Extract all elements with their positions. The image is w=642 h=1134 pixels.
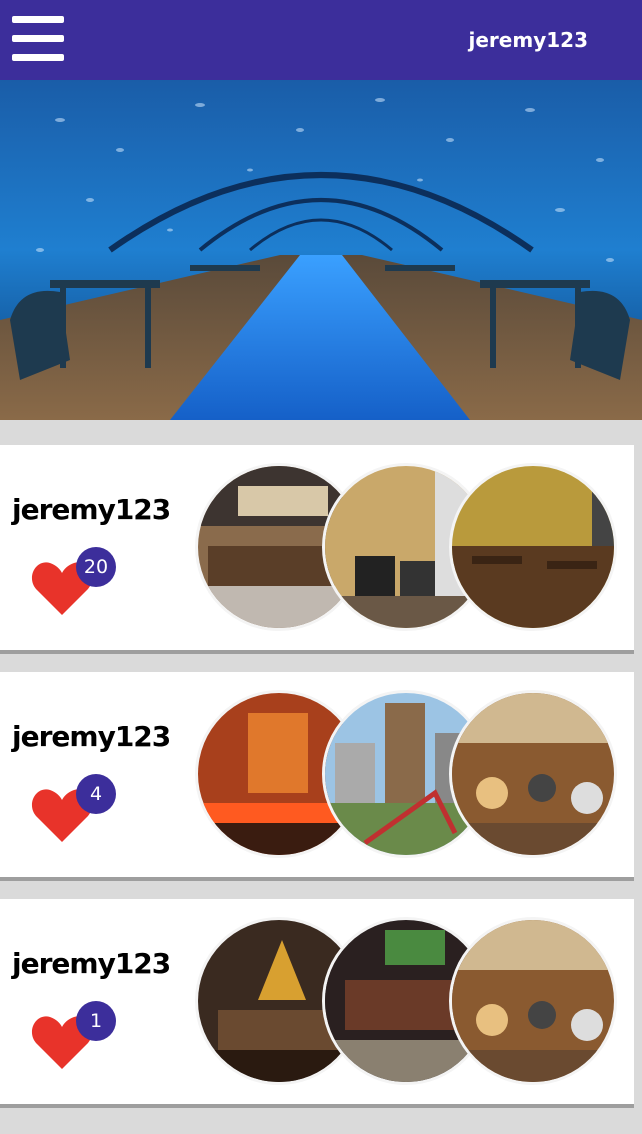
- post-username[interactable]: jeremy123: [12, 493, 171, 526]
- post-username[interactable]: jeremy123: [12, 720, 171, 753]
- post-card[interactable]: jeremy123 20: [0, 445, 634, 650]
- photo-thumbnail[interactable]: [449, 463, 617, 631]
- photo-thumbnail[interactable]: [449, 917, 617, 1085]
- likes-count-badge: 4: [76, 774, 116, 814]
- current-username[interactable]: jeremy123: [469, 28, 588, 52]
- likes-count-badge: 1: [76, 1001, 116, 1041]
- top-app-bar: jeremy123: [0, 0, 642, 80]
- hero-image: [0, 80, 642, 420]
- likes-count-badge: 20: [76, 547, 116, 587]
- post-username[interactable]: jeremy123: [12, 947, 171, 980]
- hamburger-menu-icon[interactable]: [12, 16, 64, 62]
- post-card[interactable]: jeremy123 1: [0, 899, 634, 1104]
- post-card[interactable]: jeremy123 4: [0, 672, 634, 877]
- photo-thumbnail[interactable]: [449, 690, 617, 858]
